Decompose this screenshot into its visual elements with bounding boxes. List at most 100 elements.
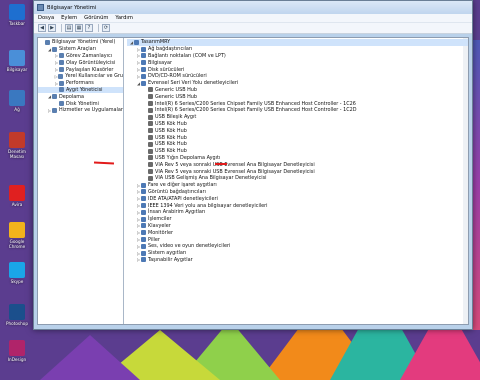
menu-bar: Dosya Eylem Görünüm Yardım (34, 14, 472, 23)
usb-device-icon (148, 141, 153, 147)
tree-item-label: Bağlantı noktaları (COM ve LPT) (148, 52, 226, 59)
tree-node-icon (59, 87, 64, 93)
tree-item[interactable]: Bilgisayar Yönetimi (Yerel) (38, 39, 123, 46)
device-tree-item[interactable]: VIA USB Gelişmiş Ana Bilgisayar Denetley… (127, 175, 468, 182)
device-tree-item[interactable]: ▷ Fare ve diğer işaret aygıtları (127, 182, 468, 189)
desktop-icon[interactable]: InDesign (2, 340, 32, 362)
tree-item[interactable]: ◢ Depolama (38, 93, 123, 100)
device-tree-item[interactable]: ▷ Monitörler (127, 229, 468, 236)
tree-item-label: Taşınabilir Aygıtlar (148, 256, 193, 263)
scan-hardware-icon[interactable]: ⟳ (102, 24, 110, 32)
desktop-icon-image (9, 340, 25, 356)
desktop-icon[interactable]: Ağ (2, 90, 32, 112)
device-tree-item[interactable]: Generic USB Hub (127, 87, 468, 94)
tree-item[interactable]: Disk Yönetimi (38, 100, 123, 107)
properties-icon[interactable]: ▦ (75, 24, 83, 32)
menu-gorunum[interactable]: Görünüm (84, 15, 108, 21)
tree-node-icon (59, 80, 64, 86)
desktop-icon[interactable]: Skype (2, 262, 32, 284)
tree-node-icon (52, 46, 57, 52)
device-tree-item[interactable]: ▷ Sistem aygıtları (127, 250, 468, 257)
tree-item-label: Intel(R) 6 Series/C200 Series Chipset Fa… (155, 100, 356, 107)
device-tree-item[interactable]: ▷ IDE ATA/ATAPI denetleyicileri (127, 195, 468, 202)
tree-item-label: Görüntü bağdaştırıcıları (148, 188, 206, 195)
tree-node-icon (141, 223, 146, 229)
device-tree-item[interactable]: VIA Rev 5 veya sonraki USB Evrensel Ana … (127, 161, 468, 168)
device-tree-item[interactable]: USB Kök Hub (127, 148, 468, 155)
window-title: Bilgisayar Yönetimi (47, 4, 97, 11)
tree-item[interactable]: ◢ Sistem Araçları (38, 46, 123, 53)
show-hide-tree-icon[interactable]: ▤ (65, 24, 73, 32)
tree-item[interactable]: ▷ Görev Zamanlayıcı (38, 53, 123, 60)
forward-icon[interactable]: ▶ (48, 24, 56, 32)
tree-item[interactable]: ▷ Hizmetler ve Uygulamalar (38, 107, 123, 114)
device-tree-item[interactable]: ▷ Disk sürücüleri (127, 66, 468, 73)
tree-item-label: DVD/CD-ROM sürücüleri (148, 73, 207, 80)
device-tree-item[interactable]: ◢ TasarımMRY (127, 39, 468, 46)
tree-item-label: Generic USB Hub (155, 93, 197, 100)
menu-dosya[interactable]: Dosya (38, 15, 54, 21)
tree-item-label: USB Kök Hub (155, 148, 187, 155)
desktop-icon[interactable]: Denetim Masası (2, 132, 32, 159)
device-tree-item[interactable]: ▷ Taşınabilir Aygıtlar (127, 257, 468, 264)
tree-item-label: İşlemciler (148, 216, 172, 223)
usb-device-icon (148, 94, 153, 100)
device-tree-item[interactable]: USB Kök Hub (127, 127, 468, 134)
tree-item-label: Monitörler (148, 229, 173, 236)
desktop-icon[interactable]: Bilgisayar (2, 50, 32, 72)
desktop-icon[interactable]: Avira (2, 185, 32, 207)
tree-item-label: İnsan Arabirim Aygıtları (148, 209, 206, 216)
device-tree-item[interactable]: USB Kök Hub (127, 121, 468, 128)
tree-item[interactable]: ▷ Performans (38, 80, 123, 87)
device-tree-item[interactable]: Intel(R) 6 Series/C200 Series Chipset Fa… (127, 107, 468, 114)
back-icon[interactable]: ◀ (38, 24, 46, 32)
device-tree-item[interactable]: ▷ Görüntü bağdaştırıcıları (127, 189, 468, 196)
device-tree-item[interactable]: ▷ Ses, video ve oyun denetleyicileri (127, 243, 468, 250)
computer-management-icon (37, 4, 44, 11)
title-bar[interactable]: Bilgisayar Yönetimi (34, 1, 472, 14)
device-tree-item[interactable]: USB Yığın Depolama Aygıtı (127, 155, 468, 162)
device-tree-item[interactable]: Generic USB Hub (127, 93, 468, 100)
tree-node-icon (141, 53, 146, 59)
device-tree-item[interactable]: ▷ İnsan Arabirim Aygıtları (127, 209, 468, 216)
device-tree-item[interactable]: ▷ Ağ bağdaştırıcıları (127, 46, 468, 53)
tree-item[interactable]: Aygıt Yöneticisi (38, 86, 123, 94)
tree-item[interactable]: ▷ Yerel Kullanıcılar ve Gru (38, 73, 123, 80)
device-tree-item[interactable]: ▷ IEEE 1394 Veri yolu ana bilgisayar dene… (127, 202, 468, 209)
menu-eylem[interactable]: Eylem (61, 15, 77, 21)
desktop-icon[interactable]: Google Chrome (2, 222, 32, 249)
device-tree-item[interactable]: ▷ Klavyeler (127, 223, 468, 230)
tree-node-icon (59, 53, 64, 59)
device-tree-item[interactable]: ▷ Bağlantı noktaları (COM ve LPT) (127, 53, 468, 60)
tree-node-icon (59, 101, 64, 107)
tree-item[interactable]: ▷ Olay Görüntüleyicisi (38, 59, 123, 66)
usb-device-icon (148, 107, 153, 113)
tree-item-label: Fare ve diğer işaret aygıtları (148, 182, 217, 189)
tree-node-icon (141, 203, 146, 209)
device-tree-item[interactable]: USB Bileşik Aygıt (127, 114, 468, 121)
device-tree-item[interactable]: ◢ Evrensel Seri Veri Yolu denetleyicileri (127, 80, 468, 87)
device-tree-item[interactable]: VIA Rev 5 veya sonraki USB Evrensel Ana … (127, 168, 468, 175)
device-tree-item[interactable]: ▷ Piller (127, 236, 468, 243)
desktop-icon[interactable]: Taskbar (2, 4, 32, 26)
desktop-icon-image (9, 262, 25, 278)
menu-yardim[interactable]: Yardım (115, 15, 132, 21)
tree-item[interactable]: ▷ Paylaşılan Klasörler (38, 66, 123, 73)
device-tree-item[interactable]: USB Kök Hub (127, 134, 468, 141)
device-tree-item[interactable]: ▷ İşlemciler (127, 216, 468, 223)
device-tree-item[interactable]: USB Kök Hub (127, 141, 468, 148)
desktop-icon-label: Ağ (14, 107, 20, 112)
tree-item-label: Ses, video ve oyun denetleyicileri (148, 243, 231, 250)
usb-device-icon (148, 121, 153, 127)
device-tree-item[interactable]: Intel(R) 6 Series/C200 Series Chipset Fa… (127, 100, 468, 107)
device-tree-item[interactable]: ▷ Bilgisayar (127, 59, 468, 66)
desktop-icon-image (9, 132, 25, 148)
tree-node-icon (141, 189, 146, 195)
desktop-icon-image (9, 50, 25, 66)
tree-item-label: Bilgisayar Yönetimi (Yerel) (52, 39, 116, 46)
tree-item-label: USB Kök Hub (155, 127, 187, 134)
device-tree-item[interactable]: ▷ DVD/CD-ROM sürücüleri (127, 73, 468, 80)
desktop-icon[interactable]: Photoshop (2, 304, 32, 326)
tree-item-label: Klavyeler (148, 222, 171, 229)
help-icon[interactable]: ? (85, 24, 93, 32)
